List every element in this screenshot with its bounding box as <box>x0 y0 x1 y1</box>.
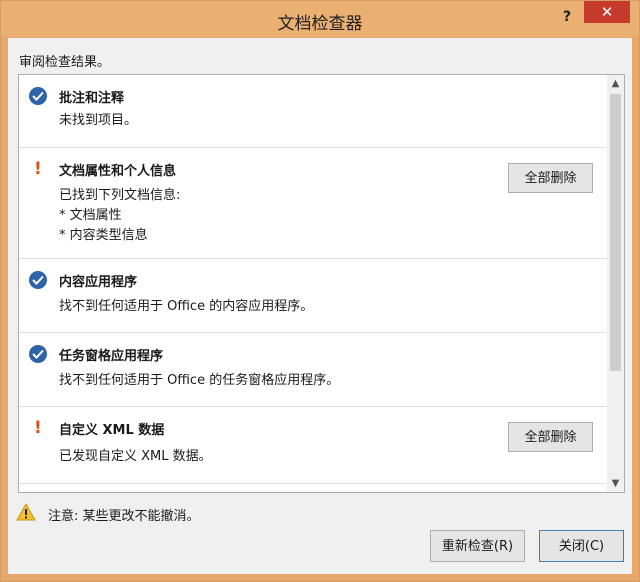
document-inspector-window: 文档检查器 ? ✕ 审阅检查结果。 批注和注释 未找到项目。 ! 文档属性和个人… <box>0 0 640 582</box>
checkmark-icon <box>29 271 49 291</box>
item-title: 内容应用程序 <box>59 275 138 290</box>
results-panel: 批注和注释 未找到项目。 ! 文档属性和个人信息 已找到下列文档信息: * 文档… <box>18 74 625 493</box>
scroll-thumb[interactable] <box>610 94 621 371</box>
help-button[interactable]: ? <box>553 5 581 29</box>
item-title: 任务窗格应用程序 <box>59 349 164 364</box>
warning-triangle-icon <box>16 503 36 521</box>
reinspect-button[interactable]: 重新检查(R) <box>430 530 525 562</box>
item-detail: 找不到任何适用于 Office 的内容应用程序。 <box>59 299 314 314</box>
item-title: 文档属性和个人信息 <box>59 164 177 179</box>
item-title: 批注和注释 <box>59 91 125 106</box>
vertical-scrollbar[interactable]: ▲ ▼ <box>607 75 624 492</box>
item-detail: * 文档属性 <box>59 208 122 223</box>
result-item-custom-xml: ! 自定义 XML 数据 已发现自定义 XML 数据。 全部删除 <box>19 407 607 484</box>
close-button[interactable]: 关闭(C) <box>539 530 624 562</box>
result-item-comments: 批注和注释 未找到项目。 <box>19 75 607 148</box>
item-title: 自定义 XML 数据 <box>59 423 165 438</box>
dialog-body: 审阅检查结果。 批注和注释 未找到项目。 ! 文档属性和个人信息 已找到下列文档… <box>8 38 632 574</box>
item-detail: 找不到任何适用于 Office 的任务窗格应用程序。 <box>59 373 340 388</box>
results-header: 审阅检查结果。 <box>19 55 111 70</box>
item-detail: 已发现自定义 XML 数据。 <box>59 449 212 464</box>
item-detail: * 内容类型信息 <box>59 228 148 243</box>
close-window-button[interactable]: ✕ <box>584 1 630 23</box>
item-detail: 已找到下列文档信息: <box>59 188 181 203</box>
window-title: 文档检查器 <box>277 14 363 34</box>
result-item-document-properties: ! 文档属性和个人信息 已找到下列文档信息: * 文档属性 * 内容类型信息 全… <box>19 148 607 259</box>
checkmark-icon <box>29 345 49 365</box>
warning-exclamation-icon: ! <box>34 418 42 438</box>
results-list: 批注和注释 未找到项目。 ! 文档属性和个人信息 已找到下列文档信息: * 文档… <box>19 75 607 484</box>
result-item-content-apps: 内容应用程序 找不到任何适用于 Office 的内容应用程序。 <box>19 259 607 333</box>
item-detail: 未找到项目。 <box>59 113 138 128</box>
checkmark-icon <box>29 87 49 107</box>
result-item-taskpane-apps: 任务窗格应用程序 找不到任何适用于 Office 的任务窗格应用程序。 <box>19 333 607 407</box>
title-bar[interactable]: 文档检查器 ? ✕ <box>1 1 639 37</box>
warning-exclamation-icon: ! <box>34 159 42 179</box>
remove-all-button[interactable]: 全部删除 <box>508 163 593 193</box>
scroll-down-arrow-icon[interactable]: ▼ <box>607 475 624 492</box>
scroll-up-arrow-icon[interactable]: ▲ <box>607 75 624 92</box>
note-text: 注意: 某些更改不能撤消。 <box>48 509 200 524</box>
remove-all-button[interactable]: 全部删除 <box>508 422 593 452</box>
